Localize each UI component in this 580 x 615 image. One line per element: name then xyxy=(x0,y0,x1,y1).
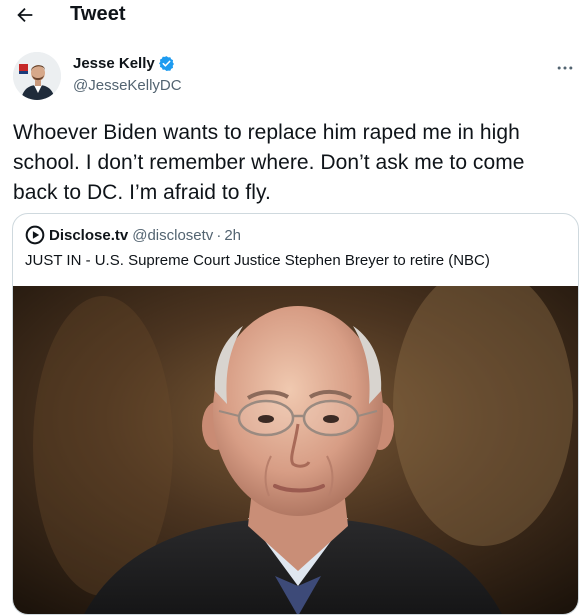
top-bar: Tweet xyxy=(0,0,580,32)
quote-author-name[interactable]: Disclose.tv xyxy=(49,227,128,244)
quote-text: JUST IN - U.S. Supreme Court Justice Ste… xyxy=(25,252,490,269)
name-row: Jesse Kelly xyxy=(73,55,175,72)
quote-author-handle[interactable]: @disclosetv xyxy=(132,227,213,244)
display-name[interactable]: Jesse Kelly xyxy=(73,55,155,72)
quote-tweet-card[interactable]: Disclose.tv @disclosetv · 2h JUST IN - U… xyxy=(12,213,579,615)
disclose-tv-logo-icon xyxy=(25,225,45,245)
tweet-author: Jesse Kelly @JesseKellyDC xyxy=(13,52,573,104)
tweet-text: Whoever Biden wants to replace him raped… xyxy=(13,121,525,204)
quote-timestamp[interactable]: 2h xyxy=(224,227,241,244)
page-title: Tweet xyxy=(70,3,126,25)
user-handle[interactable]: @JesseKellyDC xyxy=(73,77,182,94)
verified-badge-icon xyxy=(158,56,174,71)
separator-dot: · xyxy=(216,226,222,244)
avatar-image xyxy=(13,52,61,100)
more-horizontal-icon[interactable] xyxy=(555,58,575,78)
quote-photo[interactable] xyxy=(13,286,578,615)
quote-header: Disclose.tv @disclosetv · 2h xyxy=(25,225,241,245)
avatar[interactable] xyxy=(13,52,61,100)
arrow-left-icon[interactable] xyxy=(14,4,36,26)
